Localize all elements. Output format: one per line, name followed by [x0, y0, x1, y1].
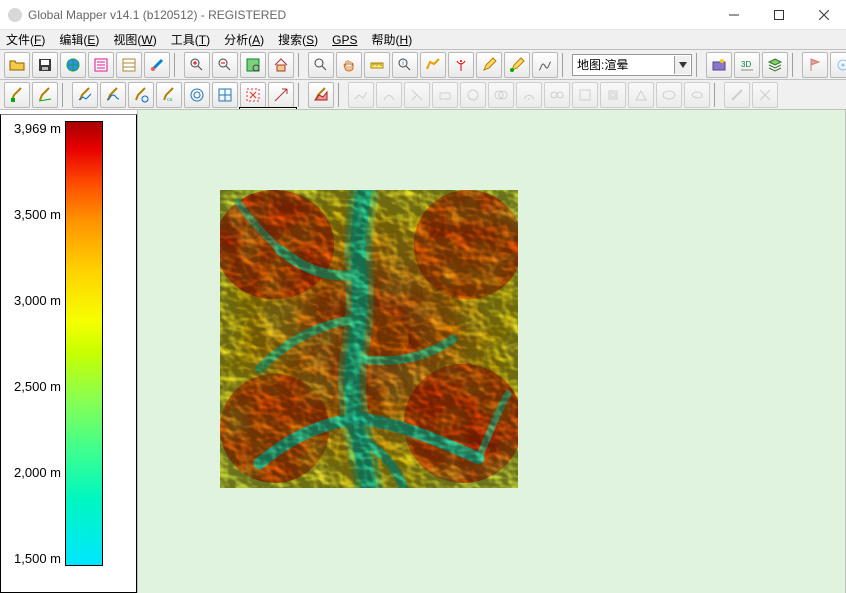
gps-track-button[interactable]	[830, 52, 846, 78]
measure-tool-button[interactable]	[364, 52, 390, 78]
export-image-button[interactable]	[706, 52, 732, 78]
menu-gps[interactable]: GPS	[332, 33, 357, 47]
edit-shape-11-button	[628, 82, 654, 108]
edit-shape-7-button	[516, 82, 542, 108]
legend-color-bar	[65, 121, 103, 566]
menu-file[interactable]: 文件(F)	[6, 31, 45, 48]
settings-button[interactable]	[144, 52, 170, 78]
legend-tick: 3,000 m	[7, 293, 61, 308]
zoom-out-button[interactable]	[212, 52, 238, 78]
close-button[interactable]	[801, 0, 846, 30]
gps-flag-button[interactable]	[802, 52, 828, 78]
minimize-button[interactable]	[711, 0, 756, 30]
map-mode-dropdown[interactable]: 地图:渲晕	[572, 54, 692, 76]
open-file-button[interactable]	[4, 52, 30, 78]
draw-trace-button[interactable]	[128, 82, 154, 108]
menu-search[interactable]: 搜索(S)	[278, 31, 318, 48]
edit-shape-12-button	[656, 82, 682, 108]
draw-point-button[interactable]	[4, 82, 30, 108]
draw-range-ring-button[interactable]	[184, 82, 210, 108]
menu-view[interactable]: 视图(W)	[113, 31, 156, 48]
draw-grid-button[interactable]	[212, 82, 238, 108]
toolbar-row-1: i 地图:渲晕 3D	[0, 50, 846, 80]
toolbar-row-2: ca 完整视图	[0, 80, 846, 110]
svg-text:3D: 3D	[741, 60, 751, 69]
legend-tick: 2,500 m	[7, 379, 61, 394]
draw-arrow-button[interactable]	[268, 82, 294, 108]
draw-area-tool-button[interactable]	[308, 82, 334, 108]
terrain-layer	[220, 190, 518, 488]
edit-shape-14-button	[724, 82, 750, 108]
svg-text:i: i	[402, 61, 403, 67]
layer-stack-button[interactable]	[762, 52, 788, 78]
map-canvas[interactable]	[137, 110, 845, 593]
edit-shape-3-button	[404, 82, 430, 108]
legend-tick-labels: 3,969 m 3,500 m 3,000 m 2,500 m 2,000 m …	[7, 121, 65, 566]
edit-shape-4-button	[432, 82, 458, 108]
edit-shape-8-button	[544, 82, 570, 108]
full-view-button[interactable]: 完整视图	[240, 82, 266, 108]
vertex-edit-button[interactable]	[504, 52, 530, 78]
menu-edit[interactable]: 编辑(E)	[59, 31, 99, 48]
zoom-selection-button[interactable]	[240, 52, 266, 78]
globe-download-button[interactable]	[60, 52, 86, 78]
workspace: 3,969 m 3,500 m 3,000 m 2,500 m 2,000 m …	[0, 110, 846, 593]
edit-shape-1-button	[348, 82, 374, 108]
edit-shape-6-button	[488, 82, 514, 108]
draw-cogo-button[interactable]: ca	[156, 82, 182, 108]
draw-freehand-button[interactable]	[100, 82, 126, 108]
edit-shape-5-button	[460, 82, 486, 108]
draw-line-button[interactable]	[32, 82, 58, 108]
menu-analyze[interactable]: 分析(A)	[224, 31, 264, 48]
pan-tool-button[interactable]	[336, 52, 362, 78]
legend-tick: 3,969 m	[7, 121, 61, 136]
maximize-button[interactable]	[756, 0, 801, 30]
info-tool-button[interactable]: i	[392, 52, 418, 78]
3d-view-button[interactable]: 3D	[734, 52, 760, 78]
properties-button[interactable]	[88, 52, 114, 78]
layers-button[interactable]	[116, 52, 142, 78]
app-icon	[8, 8, 22, 22]
dropdown-arrow-icon	[674, 56, 690, 74]
draw-area-button[interactable]	[420, 52, 446, 78]
menu-tools[interactable]: 工具(T)	[171, 31, 210, 48]
draw-polyline-button[interactable]	[72, 82, 98, 108]
window-title: Global Mapper v14.1 (b120512) - REGISTER…	[28, 8, 286, 22]
window-titlebar: Global Mapper v14.1 (b120512) - REGISTER…	[0, 0, 846, 30]
menubar: 文件(F) 编辑(E) 视图(W) 工具(T) 分析(A) 搜索(S) GPS …	[0, 30, 846, 50]
edit-shape-2-button	[376, 82, 402, 108]
antenna-button[interactable]	[448, 52, 474, 78]
profile-button[interactable]	[532, 52, 558, 78]
svg-text:ca: ca	[167, 97, 173, 103]
legend-tick: 1,500 m	[7, 551, 61, 566]
edit-tool-button[interactable]	[476, 52, 502, 78]
zoom-in-button[interactable]	[184, 52, 210, 78]
edit-shape-13-button	[684, 82, 710, 108]
save-button[interactable]	[32, 52, 58, 78]
elevation-legend: 3,969 m 3,500 m 3,000 m 2,500 m 2,000 m …	[0, 114, 137, 593]
menu-help[interactable]: 帮助(H)	[372, 31, 413, 48]
map-mode-value: 地图:渲晕	[577, 56, 628, 73]
zoom-tool-button[interactable]	[308, 52, 334, 78]
edit-shape-9-button	[572, 82, 598, 108]
home-view-button[interactable]	[268, 52, 294, 78]
edit-shape-15-button	[752, 82, 778, 108]
legend-tick: 3,500 m	[7, 207, 61, 222]
legend-tick: 2,000 m	[7, 465, 61, 480]
edit-shape-10-button	[600, 82, 626, 108]
